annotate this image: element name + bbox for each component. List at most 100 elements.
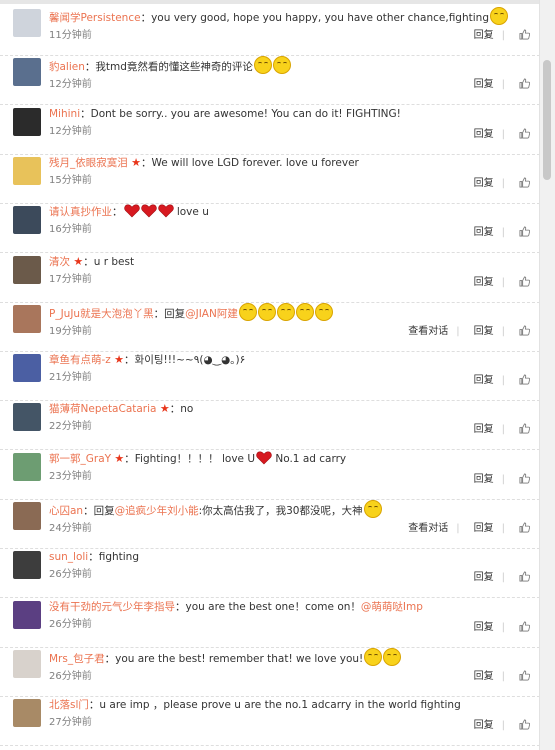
username-link[interactable]: 残月_依眼寂寞泪 [49,157,128,169]
comment-item: Mrs_包子君：you are the best! remember that!… [0,647,540,697]
comment-text: you are the best one！come on！ [185,600,361,613]
username-link[interactable]: 心囚an [49,505,83,517]
user-avatar[interactable] [13,551,41,580]
reply-button[interactable]: 回复 [474,474,494,485]
view-conversation-link[interactable]: 查看对话 [408,326,448,337]
username-link[interactable]: 没有干劲的元气少年李指导 [49,601,175,613]
username-link[interactable]: 章鱼有点萌-z [49,354,111,366]
like-thumb-icon[interactable] [519,177,531,188]
mention-link[interactable]: @JIAN阿建 [185,308,238,320]
comment-timestamp: 17分钟前 [49,273,92,285]
like-thumb-icon[interactable] [519,423,531,434]
separator: ： [83,255,94,268]
comment-item: sun_loli：fighting 26分钟前 回复 | [0,548,540,599]
like-thumb-icon[interactable] [519,374,531,385]
reply-button[interactable]: 回复 [474,720,494,731]
user-avatar[interactable] [13,502,41,530]
username-link[interactable]: Mrs_包子君 [49,653,105,665]
separator: ： [88,699,100,712]
like-thumb-icon[interactable] [519,621,531,632]
separator: ： [124,452,135,465]
reply-button[interactable]: 回复 [474,424,494,435]
like-thumb-icon[interactable] [519,128,531,139]
username-link[interactable]: 请认真抄作业 [49,206,112,218]
comment-text-continued: :你太高估我了，我30都没呢，大神 [198,505,363,517]
reply-button[interactable]: 回复 [474,30,494,41]
comment-actions: 回复 | [466,26,531,41]
emoticon-icon [383,647,402,666]
username-link[interactable]: 北落sl门 [49,699,89,711]
username-link[interactable]: Mihini [49,108,80,120]
user-avatar[interactable] [13,304,41,333]
username-link[interactable]: P_JuJu就是大泡泡丫黑 [49,308,154,320]
comment-text: 我tmd竟然看的懂这些神奇的评论 [95,61,253,74]
comment-timestamp: 23分钟前 [49,470,92,482]
like-thumb-icon[interactable] [519,276,531,287]
comment-timestamp: 12分钟前 [49,125,92,137]
username-link[interactable]: sun_loli [49,551,88,563]
like-thumb-icon[interactable] [519,719,531,730]
user-avatar[interactable] [13,107,41,136]
user-avatar[interactable] [13,600,41,629]
comment-item: 清次 ★：u r best 17分钟前 回复 | [0,253,540,303]
reply-button[interactable]: 回复 [474,129,494,140]
vip-star-icon: ★ [73,254,84,268]
reply-button[interactable]: 回复 [474,227,494,238]
user-avatar[interactable] [13,255,41,284]
comment-item: 馨闻学Persistence：you very good, hope you h… [0,6,540,56]
username-link[interactable]: 猫薄荷NepetaCataria [49,403,156,415]
like-thumb-icon[interactable] [519,29,531,40]
user-avatar[interactable] [13,452,41,481]
username-link[interactable]: 清次 [49,256,70,268]
reply-button[interactable]: 回复 [474,572,494,583]
reply-button[interactable]: 回复 [474,622,494,633]
reply-button[interactable]: 回复 [474,79,494,90]
reply-button[interactable]: 回复 [474,178,494,189]
username-link[interactable]: 豹alien [49,61,85,73]
user-avatar[interactable] [13,206,41,235]
comment-actions: 回复 | [466,716,531,731]
like-thumb-icon[interactable] [519,226,531,237]
divider: | [501,670,505,682]
username-link[interactable]: 馨闻学Persistence [49,12,141,24]
comment-line: 馨闻学Persistence：you very good, hope you h… [49,7,530,26]
divider: | [501,325,505,337]
reply-button[interactable]: 回复 [474,277,494,288]
user-avatar[interactable] [13,58,41,87]
view-conversation-link[interactable]: 查看对话 [408,523,448,534]
comment-actions: 回复 | [466,125,531,140]
divider: | [501,30,505,41]
user-avatar[interactable] [13,649,41,678]
like-thumb-icon[interactable] [519,325,531,336]
scrollbar[interactable] [539,0,555,750]
user-avatar[interactable] [13,354,41,383]
user-avatar[interactable] [13,403,41,432]
comment-timestamp: 26分钟前 [49,670,92,682]
reply-button[interactable]: 回复 [474,671,494,682]
mention-link[interactable]: @追疯少年刘小能 [115,505,199,517]
like-thumb-icon[interactable] [519,473,531,484]
like-thumb-icon[interactable] [519,670,531,681]
scrollbar-thumb[interactable] [543,60,551,180]
vip-star-icon: ★ [114,353,125,367]
reply-button[interactable]: 回复 [474,375,494,386]
user-avatar[interactable] [13,699,41,728]
like-thumb-icon[interactable] [519,522,531,533]
username-link[interactable]: 郭一郭_GraY [49,453,111,465]
reply-button[interactable]: 回复 [474,326,494,337]
comment-item: 没有干劲的元气少年李指导：you are the best one！come o… [0,598,540,648]
like-thumb-icon[interactable] [519,571,531,582]
comment-text: We will love LGD forever. love u forever [151,156,359,169]
emoticon-icon [363,500,382,518]
comment-item: 心囚an：回复@追疯少年刘小能:你太高估我了，我30都没呢，大神 24分钟前 查看对… [0,499,540,549]
user-avatar[interactable] [13,9,41,37]
like-thumb-icon[interactable] [519,78,531,89]
mention-link[interactable]: @萌萌哒Imp [361,601,423,613]
reply-button[interactable]: 回复 [474,523,494,534]
comment-text: you very good, hope you happy, you have … [151,12,489,24]
comment-line: 残月_依眼寂寞泪 ★：We will love LGD forever. lov… [49,155,530,171]
comment-timestamp: 22分钟前 [49,421,92,433]
comment-line: 章鱼有点萌-z ★：화이팅!!!~~٩(◕‿◕｡)۶ [49,352,530,368]
comment-actions: 回复 | [466,667,531,682]
user-avatar[interactable] [13,156,41,185]
